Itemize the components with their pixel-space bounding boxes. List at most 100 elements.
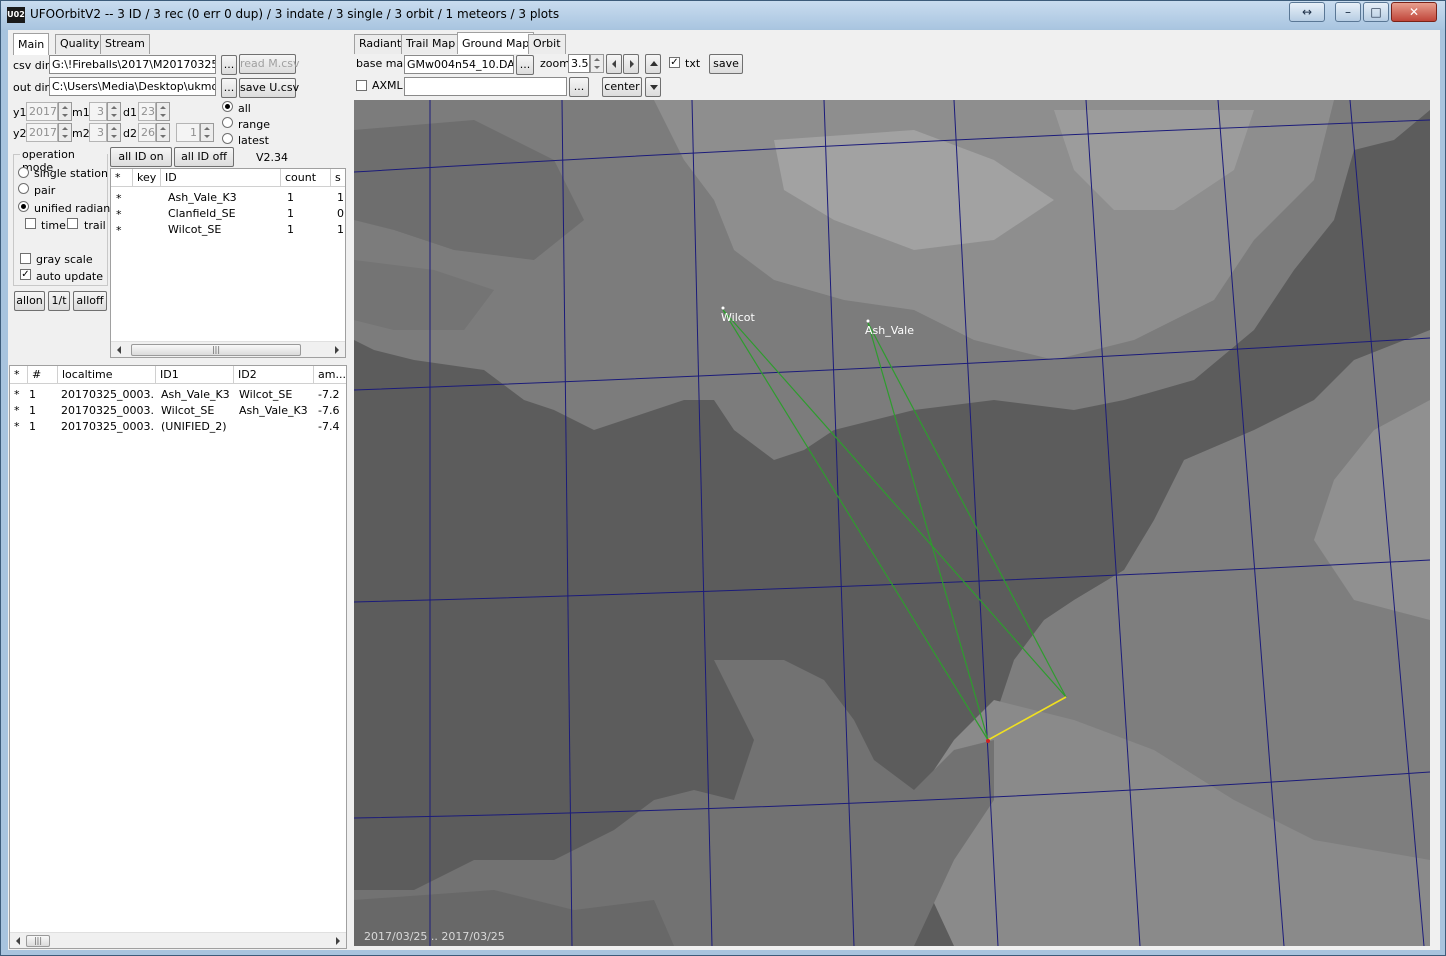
- tab-ground-map[interactable]: Ground Map: [457, 32, 535, 54]
- range-range-radio[interactable]: [222, 117, 233, 128]
- axml-field[interactable]: [404, 77, 567, 96]
- title-bar[interactable]: U02 UFOOrbitV2 -- 3 ID / 3 rec (0 err 0 …: [1, 1, 1445, 29]
- id-list-hscrollbar[interactable]: |||: [111, 341, 345, 357]
- pan-up-button[interactable]: [645, 54, 661, 74]
- result-list-hscrollbar[interactable]: |||: [10, 932, 346, 948]
- latest-count-field[interactable]: 1: [176, 123, 200, 142]
- out-dir-browse-button[interactable]: ...: [221, 78, 237, 98]
- tab-stream[interactable]: Stream: [100, 34, 150, 54]
- result-header-id2[interactable]: ID2: [234, 366, 314, 384]
- m2-field[interactable]: 3: [89, 123, 107, 142]
- version-label: V2.34: [256, 151, 289, 164]
- m1-field[interactable]: 3: [89, 102, 107, 121]
- time-checkbox[interactable]: [25, 218, 36, 229]
- row-count: 1: [287, 223, 294, 236]
- center-button[interactable]: center: [602, 77, 642, 97]
- d1-field[interactable]: 23: [138, 102, 156, 121]
- csv-dir-browse-button[interactable]: ...: [221, 55, 237, 75]
- d2-label: d2: [123, 127, 137, 140]
- out-dir-field[interactable]: C:\Users\Media\Desktop\ukmon_: [49, 77, 216, 96]
- row-marker: *: [14, 404, 20, 417]
- mode-unified-radio[interactable]: [18, 201, 29, 212]
- mode-pair-radio[interactable]: [18, 183, 29, 194]
- all-id-off-button[interactable]: all ID off: [174, 147, 234, 167]
- axml-checkbox[interactable]: [356, 80, 367, 91]
- scroll-left-icon[interactable]: [16, 937, 20, 945]
- base-map-browse-button[interactable]: ...: [516, 55, 534, 75]
- row-am: -7.2: [318, 388, 340, 401]
- scroll-left-icon[interactable]: [117, 346, 121, 354]
- maximize-button[interactable]: □: [1363, 2, 1389, 22]
- ground-map-svg: [354, 100, 1430, 946]
- station-label-wilcot: Wilcot: [721, 311, 755, 324]
- result-header-id1[interactable]: ID1: [156, 366, 234, 384]
- y2-field[interactable]: 2017: [26, 123, 58, 142]
- allon-button[interactable]: allon: [14, 291, 45, 311]
- read-m-csv-button[interactable]: read M.csv: [239, 54, 300, 74]
- row-marker: *: [14, 388, 20, 401]
- pan-right-button[interactable]: [623, 54, 639, 74]
- zoom-spinner[interactable]: [590, 54, 604, 73]
- tab-orbit[interactable]: Orbit: [528, 34, 566, 54]
- id-list-header-s[interactable]: s: [331, 169, 345, 187]
- y1-spinner[interactable]: [58, 102, 72, 121]
- csv-dir-field[interactable]: G:\!Fireballs\2017\M20170325_0(: [49, 55, 216, 74]
- scroll-thumb[interactable]: |||: [26, 935, 50, 947]
- right-edge-scrollbar[interactable]: [1432, 30, 1440, 950]
- pan-down-icon: [650, 85, 658, 90]
- result-header-am[interactable]: am...: [314, 366, 346, 384]
- out-dir-label: out dir: [13, 81, 50, 94]
- row-id2: Ash_Vale_K3: [239, 404, 308, 417]
- save-u-csv-button[interactable]: save U.csv: [239, 78, 299, 98]
- d2-field[interactable]: 26: [138, 123, 156, 142]
- alloff-button[interactable]: alloff: [73, 291, 107, 311]
- result-header-localtime[interactable]: localtime: [58, 366, 156, 384]
- txt-checkbox[interactable]: ✓: [669, 57, 680, 68]
- d2-spinner[interactable]: [156, 123, 170, 142]
- id-list-header-count[interactable]: count: [281, 169, 331, 187]
- axml-browse-button[interactable]: ...: [569, 77, 589, 97]
- one-over-t-button[interactable]: 1/t: [48, 291, 70, 311]
- mode-single-radio[interactable]: [18, 167, 29, 178]
- m1-label: m1: [72, 106, 90, 119]
- result-list[interactable]: * # localtime ID1 ID2 am... * 1 20170325…: [9, 365, 347, 949]
- gray-scale-checkbox[interactable]: [20, 253, 31, 264]
- tab-main[interactable]: Main: [13, 33, 50, 55]
- auto-update-label: auto update: [36, 270, 104, 283]
- trail-checkbox[interactable]: [67, 218, 78, 229]
- map-date-range: 2017/03/25 .. 2017/03/25: [364, 930, 505, 943]
- result-header-star[interactable]: *: [10, 366, 28, 384]
- row-count: 1: [287, 191, 294, 204]
- m2-spinner[interactable]: [107, 123, 121, 142]
- pan-down-button[interactable]: [645, 77, 661, 97]
- minimize-button[interactable]: –: [1335, 2, 1361, 22]
- id-list-header-key[interactable]: key: [133, 169, 161, 187]
- result-header-num[interactable]: #: [28, 366, 58, 384]
- id-list-header-id[interactable]: ID: [161, 169, 281, 187]
- m1-spinner[interactable]: [107, 102, 121, 121]
- id-list-header-star[interactable]: *: [111, 169, 133, 187]
- id-list[interactable]: * key ID count s * Ash_Vale_K3 1 1 * Cla…: [110, 168, 346, 358]
- all-id-on-button[interactable]: all ID on: [110, 147, 172, 167]
- tab-radiant[interactable]: Radiant: [354, 34, 407, 54]
- y1-field[interactable]: 2017: [26, 102, 58, 121]
- range-latest-radio[interactable]: [222, 133, 233, 144]
- scroll-thumb[interactable]: |||: [131, 344, 301, 356]
- tab-quality[interactable]: Quality: [55, 34, 105, 54]
- tab-trail-map[interactable]: Trail Map: [401, 34, 461, 54]
- pan-left-button[interactable]: [606, 54, 622, 74]
- y2-spinner[interactable]: [58, 123, 72, 142]
- range-all-radio[interactable]: [222, 101, 233, 112]
- d1-spinner[interactable]: [156, 102, 170, 121]
- row-s: 1: [337, 191, 344, 204]
- zoom-field[interactable]: 3.5: [568, 54, 590, 73]
- base-map-field[interactable]: GMw004n54_10.DAT: [404, 55, 514, 74]
- ground-map-canvas[interactable]: Wilcot Ash_Vale 2017/03/25 .. 2017/03/25: [354, 100, 1430, 946]
- save-map-button[interactable]: save: [709, 54, 743, 74]
- scroll-right-icon[interactable]: [335, 346, 339, 354]
- auto-update-checkbox[interactable]: ✓: [20, 269, 31, 280]
- latest-count-spinner[interactable]: [200, 123, 214, 142]
- scroll-right-icon[interactable]: [336, 937, 340, 945]
- close-button[interactable]: ✕: [1391, 2, 1437, 22]
- resize-icon[interactable]: ↔: [1289, 2, 1325, 22]
